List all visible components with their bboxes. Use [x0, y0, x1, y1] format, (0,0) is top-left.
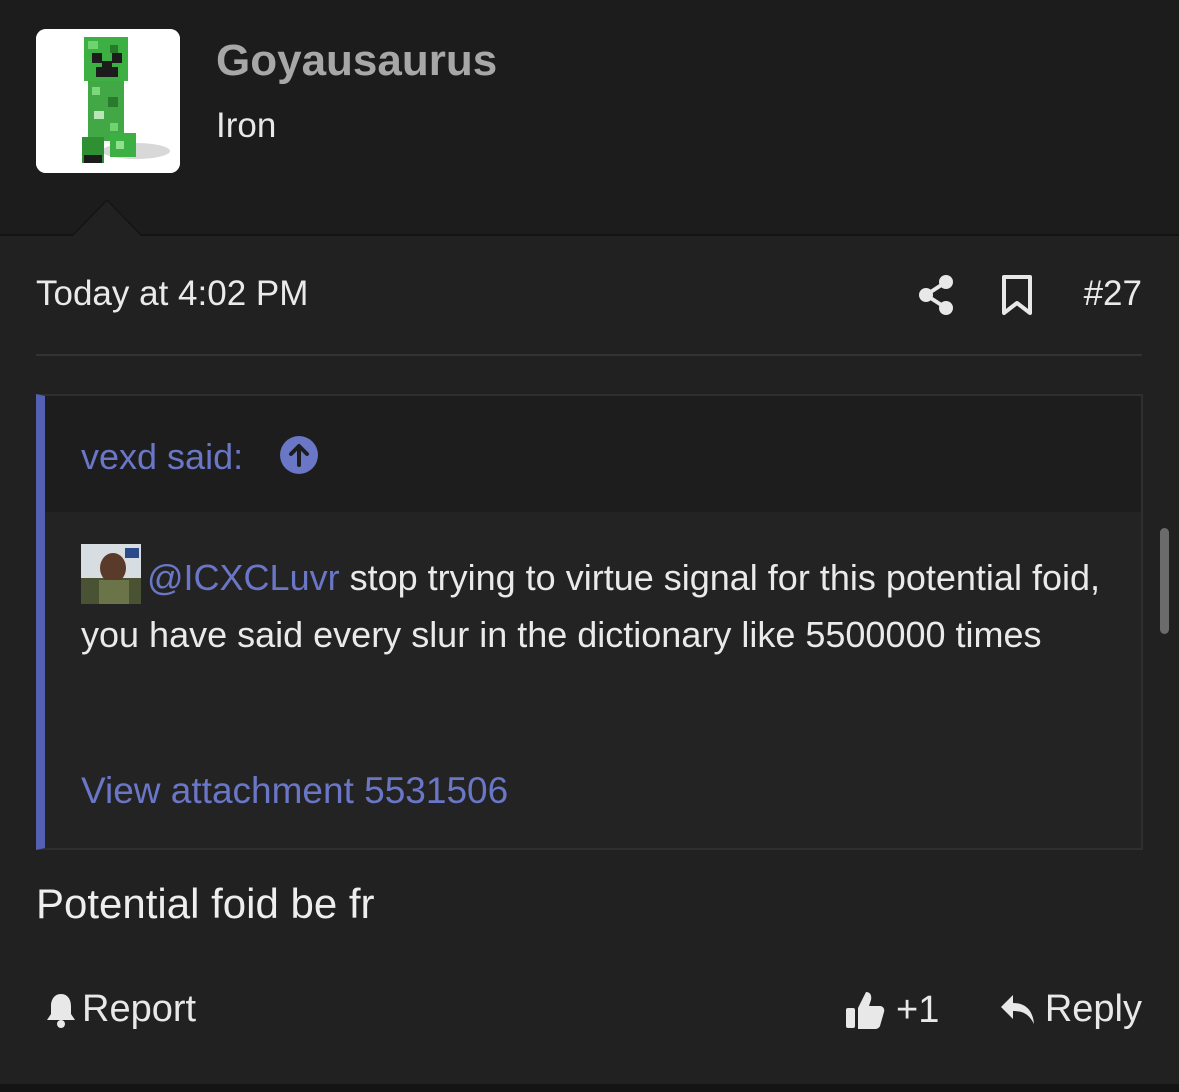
bottom-divider — [0, 1084, 1179, 1092]
scrollbar[interactable] — [1160, 528, 1169, 634]
like-button[interactable]: +1 — [844, 988, 939, 1032]
thumbs-up-icon — [846, 992, 885, 1029]
post-date[interactable]: Today at 4:02 PM — [36, 274, 308, 314]
report-button[interactable]: Report — [44, 988, 196, 1031]
meta-divider — [36, 354, 1142, 356]
quote-block: vexd said: @ICXCLuvr stop trying to virt… — [36, 394, 1143, 850]
post-number[interactable]: #27 — [1084, 274, 1142, 314]
reply-button[interactable]: Reply — [999, 988, 1142, 1031]
user-header: Goyausaurus Iron — [0, 0, 1179, 236]
header-notch — [73, 201, 141, 236]
post-actions: Report +1 Reply — [36, 986, 1142, 1042]
creeper-avatar-icon — [36, 29, 180, 173]
report-label: Report — [82, 988, 197, 1030]
post-body: Potential foid be fr — [36, 880, 375, 927]
quote-body: @ICXCLuvr stop trying to virtue signal f… — [81, 544, 1121, 663]
arrow-up-circle-icon[interactable] — [280, 436, 318, 474]
like-count: +1 — [896, 988, 940, 1031]
post-meta: Today at 4:02 PM #27 — [36, 270, 1142, 320]
quote-author[interactable]: vexd said: — [81, 436, 243, 478]
bell-icon — [47, 993, 75, 1028]
username[interactable]: Goyausaurus — [216, 36, 497, 86]
reply-arrow-icon — [1000, 994, 1034, 1024]
user-avatar[interactable] — [36, 29, 180, 173]
share-icon[interactable] — [916, 273, 956, 317]
quote-header: vexd said: — [45, 396, 1141, 512]
user-mention[interactable]: @ICXCLuvr — [147, 557, 340, 598]
reply-label: Reply — [1044, 988, 1142, 1030]
user-title: Iron — [216, 106, 277, 145]
mention-avatar — [81, 544, 141, 604]
bookmark-icon[interactable] — [998, 273, 1036, 317]
attachment-link[interactable]: View attachment 5531506 — [81, 770, 508, 812]
